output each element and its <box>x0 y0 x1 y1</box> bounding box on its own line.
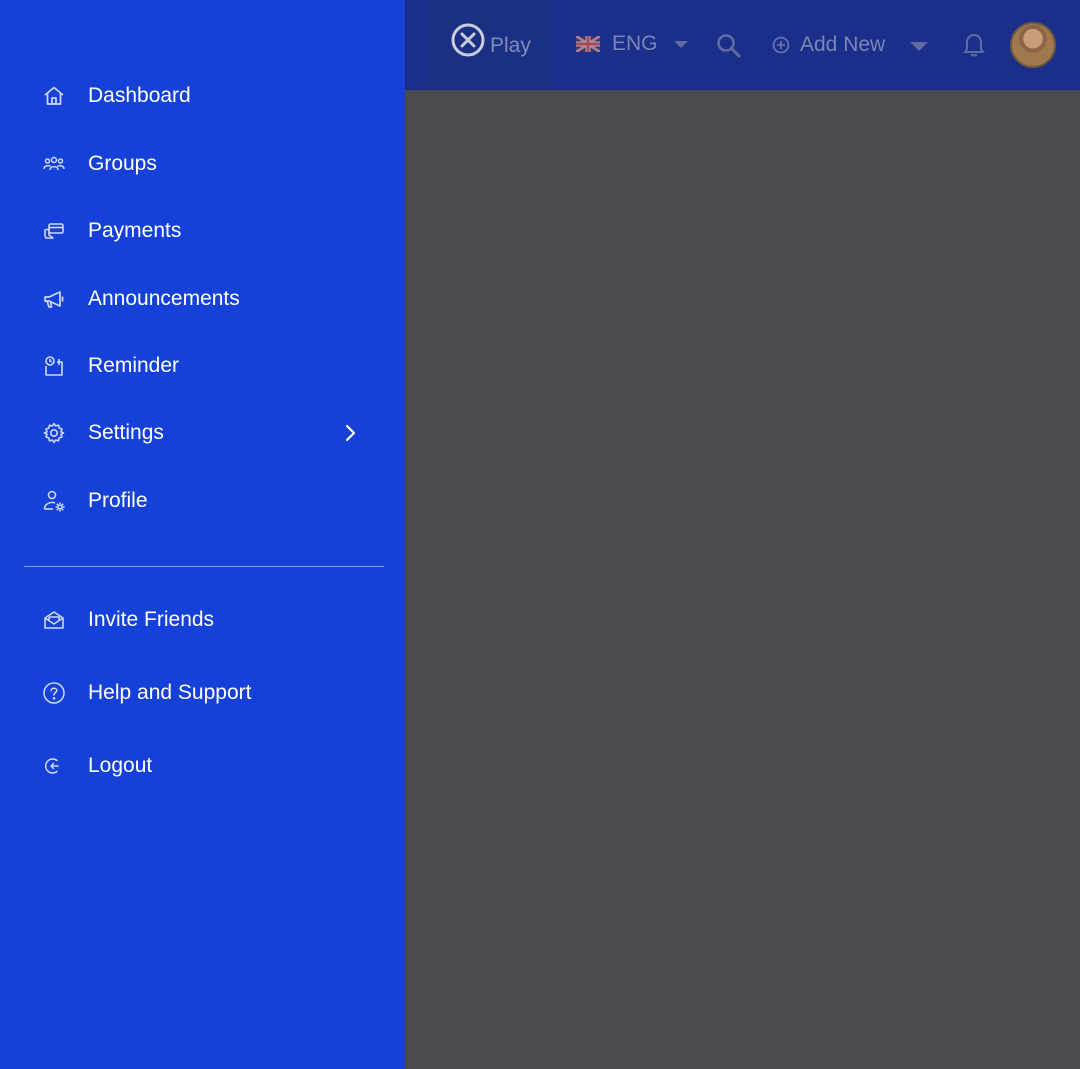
sidebar-divider <box>24 566 384 567</box>
sidebar-item-settings[interactable]: Settings <box>0 406 405 460</box>
close-icon[interactable] <box>450 22 486 58</box>
sidebar-item-invite-friends[interactable]: Invite Friends <box>0 593 405 647</box>
help-circle-icon <box>42 681 66 705</box>
add-new-label: Add New <box>800 33 886 56</box>
language-selector[interactable]: ENG <box>576 32 688 56</box>
content-overlay[interactable] <box>405 90 1080 1069</box>
plus-circle-icon <box>772 36 790 54</box>
payments-icon <box>42 219 66 243</box>
logout-icon <box>42 754 66 778</box>
uk-flag-icon <box>576 36 600 52</box>
sidebar-item-label: Reminder <box>88 354 180 377</box>
sidebar-item-label: Invite Friends <box>88 608 215 631</box>
reminder-icon <box>42 354 66 378</box>
envelope-open-icon <box>42 608 66 632</box>
megaphone-icon <box>42 287 66 311</box>
navigation-drawer: Dashboard Groups Payments Announcements … <box>0 0 405 1069</box>
sidebar-item-announcements[interactable]: Announcements <box>0 272 405 326</box>
app-root: Play ENG Add New Dashboard Groups Paymen… <box>0 0 1080 1069</box>
search-icon[interactable] <box>716 33 742 59</box>
sidebar-item-label: Groups <box>88 152 157 175</box>
home-icon <box>42 84 66 108</box>
chevron-down-icon <box>673 40 688 48</box>
sidebar-item-help-support[interactable]: Help and Support <box>0 666 405 720</box>
sidebar-item-label: Dashboard <box>88 84 191 107</box>
play-label: Play <box>490 34 531 57</box>
play-button[interactable]: Play <box>428 0 552 90</box>
gear-icon <box>42 421 66 445</box>
sidebar-item-payments[interactable]: Payments <box>0 204 405 258</box>
chevron-right-icon <box>340 423 360 443</box>
sidebar-item-groups[interactable]: Groups <box>0 137 405 191</box>
sidebar-item-label: Help and Support <box>88 681 252 704</box>
sidebar-item-label: Announcements <box>88 287 240 310</box>
add-new-button[interactable]: Add New <box>772 33 885 57</box>
sidebar-item-label: Profile <box>88 489 148 512</box>
add-new-dropdown-icon[interactable] <box>910 42 928 51</box>
sidebar-item-label: Payments <box>88 219 182 242</box>
sidebar-item-label: Logout <box>88 754 153 777</box>
sidebar-item-reminder[interactable]: Reminder <box>0 339 405 393</box>
profile-settings-icon <box>42 489 66 513</box>
sidebar-item-logout[interactable]: Logout <box>0 739 405 793</box>
avatar[interactable] <box>1010 22 1056 68</box>
sidebar-item-label: Settings <box>88 421 164 444</box>
language-label: ENG <box>612 32 658 55</box>
bell-icon[interactable] <box>962 32 986 58</box>
sidebar-item-dashboard[interactable]: Dashboard <box>0 69 405 123</box>
sidebar-item-profile[interactable]: Profile <box>0 474 405 528</box>
groups-icon <box>42 152 66 176</box>
